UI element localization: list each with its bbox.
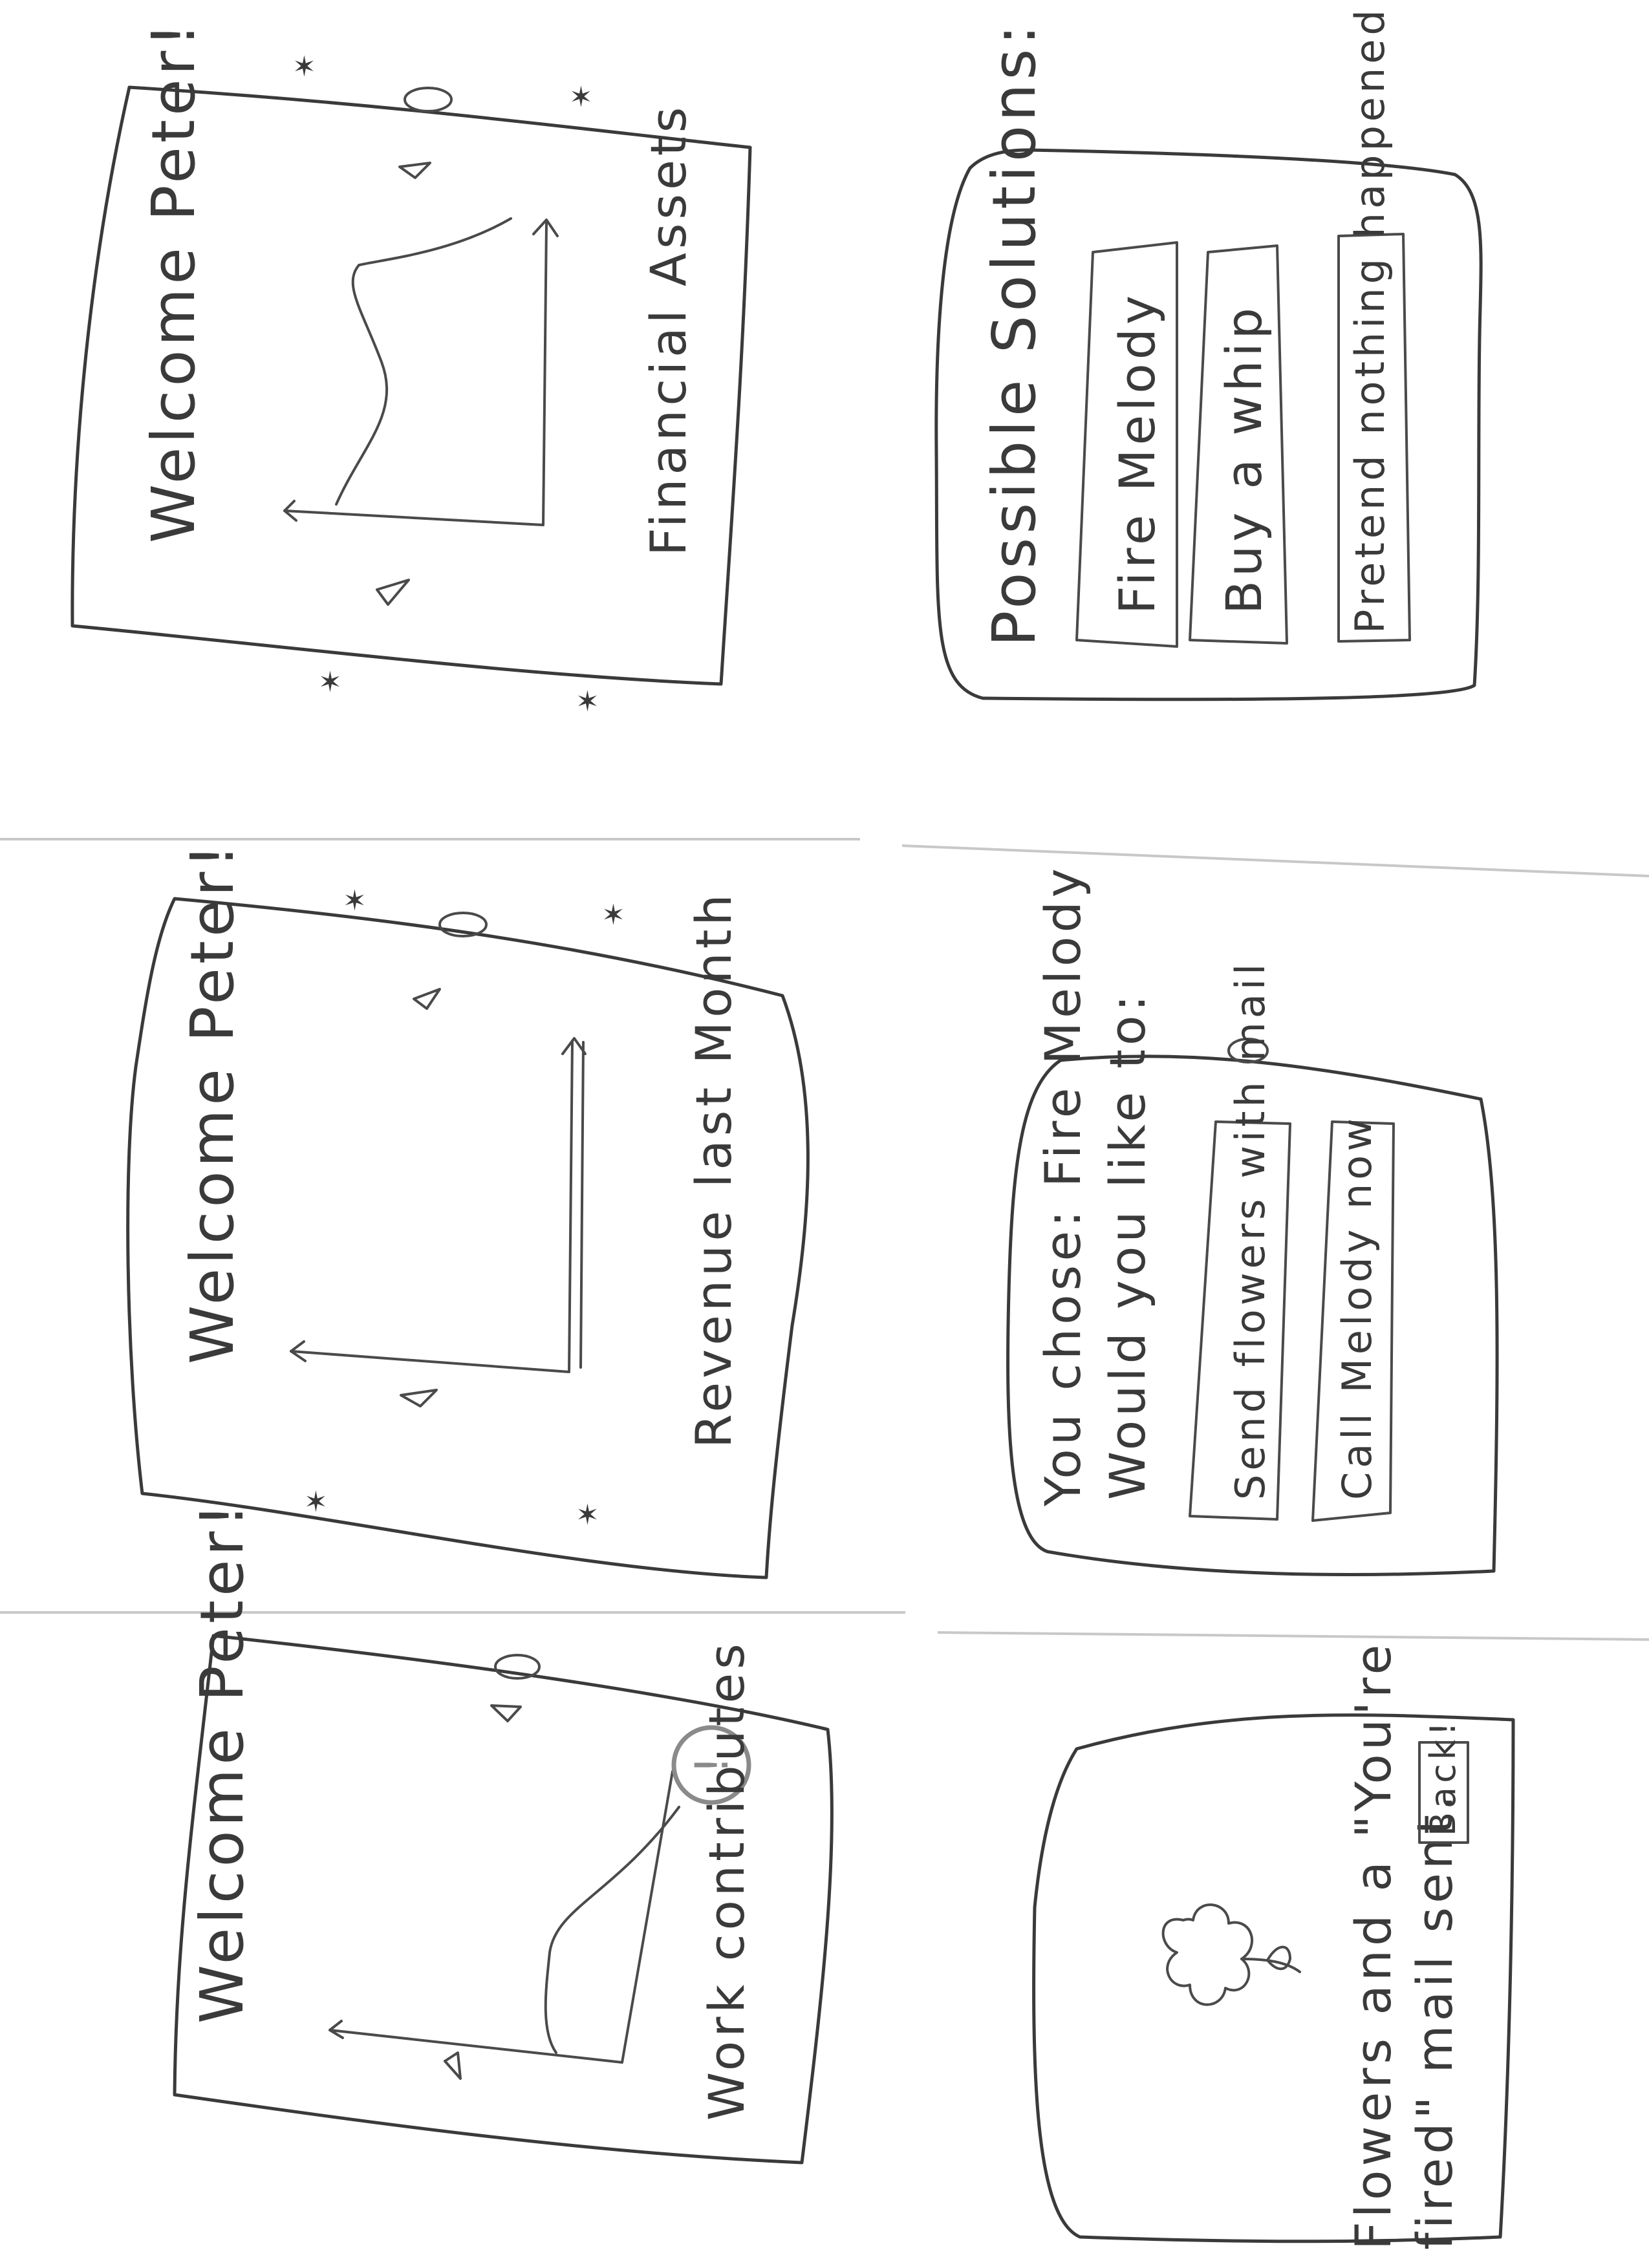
screen-work-contributes: Welcome Peter! ! Work contributes xyxy=(173,1500,834,2165)
chart-axes xyxy=(283,222,548,526)
flower-leaf xyxy=(1266,1945,1291,1971)
chart-caption: Work contributes xyxy=(698,1640,755,2121)
option-label: Call Melody now xyxy=(1333,1115,1381,1500)
flower-icon xyxy=(1161,1903,1301,2006)
financial-assets-chart xyxy=(283,217,559,526)
rotation-marker: ✶ xyxy=(576,1499,603,1532)
cut-line-top-right xyxy=(901,844,1649,877)
confirmation-line-2: fired" mail sent. xyxy=(1406,1792,1463,2250)
chart-caption: Revenue last Month xyxy=(685,890,742,1448)
prev-arrow[interactable] xyxy=(400,1389,438,1407)
option-send-flowers[interactable]: Send flowers with mail xyxy=(1189,960,1291,1521)
prev-arrow[interactable] xyxy=(444,2051,462,2080)
back-button-label: Back! xyxy=(1423,1718,1463,1836)
greeting-text: Welcome Peter! xyxy=(188,1500,257,2024)
option-label: Buy a whip xyxy=(1215,304,1273,614)
greeting-text: Welcome Peter! xyxy=(139,19,208,543)
flower-petals xyxy=(1161,1903,1254,2006)
option-fire-melody[interactable]: Fire Melody xyxy=(1075,241,1178,648)
greeting-text: Welcome Peter! xyxy=(178,840,247,1364)
rotation-marker: ✶ xyxy=(576,685,603,718)
prompt-line-1: You chose: Fire Melody xyxy=(1034,864,1092,1507)
chart-caption: Financial Assets xyxy=(640,103,697,556)
rotation-marker: ✶ xyxy=(569,81,597,114)
screen-possible-solutions: Possible Solutions: Fire Melody Buy a wh… xyxy=(934,6,1483,701)
rotation-marker: ✶ xyxy=(318,666,346,699)
rotation-marker: ✶ xyxy=(304,1486,332,1519)
sketch-sheet: ✶ ✶ ✶ ✶ Welcome Peter! Financial Assets … xyxy=(0,6,1649,2250)
chart-series-line xyxy=(335,217,512,506)
rotation-marker: ✶ xyxy=(292,50,320,83)
confirmation-line-1: Flowers and a "You're xyxy=(1344,1641,1402,2250)
option-buy-whip[interactable]: Buy a whip xyxy=(1189,244,1288,645)
option-label: Pretend nothing happened xyxy=(1346,6,1394,634)
chart-arrow-x xyxy=(561,1037,587,1055)
chart-axes xyxy=(329,1770,674,2064)
work-contributes-chart: ! xyxy=(329,1725,751,2064)
rotation-marker: ✶ xyxy=(343,884,371,917)
cut-line-mid-right xyxy=(937,1631,1649,1641)
chart-axes xyxy=(290,1040,574,1373)
screen-financial-assets: ✶ ✶ ✶ ✶ Welcome Peter! Financial Assets xyxy=(70,19,752,718)
next-arrow[interactable] xyxy=(490,1704,522,1722)
home-button[interactable] xyxy=(404,87,453,112)
next-arrow[interactable] xyxy=(413,988,441,1010)
rotation-marker: ✶ xyxy=(601,899,629,932)
chart-arrow-y xyxy=(329,2020,344,2039)
option-label: Fire Melody xyxy=(1108,292,1166,614)
screen-confirmation: Flowers and a "You're fired" mail sent. … xyxy=(1032,1641,1515,2250)
prev-arrow[interactable] xyxy=(376,579,410,606)
prompt-line-2: Would you like to: xyxy=(1099,991,1156,1500)
option-call-melody[interactable]: Call Melody now xyxy=(1311,1115,1395,1522)
back-button[interactable]: Back! xyxy=(1418,1718,1469,1844)
chart-axis-double xyxy=(579,1041,585,1369)
screen-follow-up: You chose: Fire Melody Would you like to… xyxy=(1006,864,1499,1577)
screen-revenue: ✶ ✶ ✶ ✶ Welcome Peter! Revenue last Mont… xyxy=(126,840,810,1579)
revenue-chart xyxy=(290,1037,587,1373)
next-arrow[interactable] xyxy=(398,162,431,179)
option-pretend-nothing-happened[interactable]: Pretend nothing happened xyxy=(1337,6,1411,643)
option-label: Send flowers with mail xyxy=(1227,960,1274,1500)
solutions-heading: Possible Solutions: xyxy=(980,21,1049,647)
